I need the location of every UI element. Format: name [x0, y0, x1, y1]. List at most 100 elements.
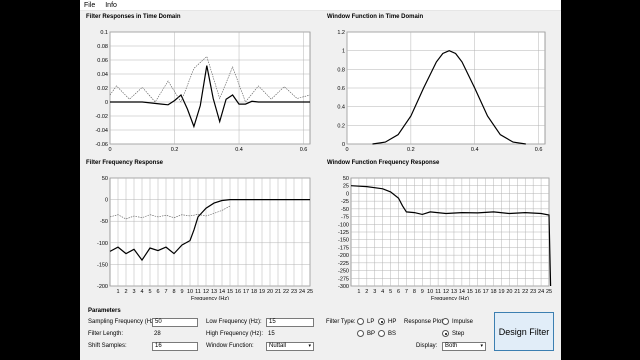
y-tick-label: -50	[100, 219, 108, 225]
y-tick-label: -50	[341, 207, 349, 213]
y-tick-label: -0.02	[95, 114, 108, 120]
menu-file[interactable]: File	[80, 0, 99, 11]
x-tick-label: 0.4	[471, 147, 479, 153]
x-tick-label: 13	[451, 289, 457, 295]
y-tick-label: -150	[97, 262, 108, 268]
x-tick-label: 0.2	[407, 147, 415, 153]
y-tick-label: 0.4	[337, 105, 345, 111]
radio-bp[interactable]	[357, 330, 364, 337]
radio-lp[interactable]	[357, 318, 364, 325]
x-tick-label: 2	[365, 289, 368, 295]
radio-impulse-label: Impulse	[452, 319, 474, 325]
display-select[interactable]: Both ▾	[442, 342, 486, 351]
x-tick-label: 23	[291, 289, 297, 295]
x-tick-label: 10	[427, 289, 433, 295]
x-tick-label: 12	[203, 289, 209, 295]
radio-hp-label: HP	[388, 319, 397, 325]
x-tick-label: 15	[467, 289, 473, 295]
y-tick-label: 0.2	[337, 123, 345, 129]
window-function-value: Nuttall	[269, 343, 287, 349]
y-tick-label: 0	[105, 100, 108, 106]
x-tick-label: 11	[195, 289, 201, 295]
x-tick-label: 1	[357, 289, 360, 295]
menu-bar: File Info	[80, 0, 561, 11]
x-tick-label: 18	[490, 289, 496, 295]
y-tick-label: -0.04	[95, 128, 108, 134]
y-tick-label: -125	[338, 230, 349, 236]
x-tick-label: 9	[421, 289, 424, 295]
x-tick-label: 0.6	[535, 147, 543, 153]
window-function-select[interactable]: Nuttall ▾	[266, 342, 314, 351]
x-tick-label: 5	[148, 289, 151, 295]
y-tick-label: -175	[338, 245, 349, 251]
freq-response-panel: Filter Frequency Response 50 0 -50 -100 -150…	[84, 160, 321, 300]
filter-length-value: 28	[154, 331, 161, 337]
x-tick-label: 19	[259, 289, 265, 295]
time-domain-chart: 0.10.080.060.040.020-0.02-0.04-0.060 0.2 0…	[95, 30, 311, 153]
y-tick-label: 0	[346, 191, 349, 197]
radio-bs-label: BS	[388, 331, 397, 337]
radio-impulse[interactable]	[442, 318, 449, 325]
x-tick-label: 21	[514, 289, 520, 295]
design-filter-button[interactable]: Design Filter	[494, 312, 554, 351]
x-tick-label: 14	[459, 289, 465, 295]
shift-samples-label: Shift Samples:	[88, 343, 127, 349]
radio-bs[interactable]	[378, 330, 385, 337]
shift-samples-field[interactable]: 16	[152, 342, 198, 351]
x-tick-label: 20	[267, 289, 273, 295]
x-tick-label: 24	[299, 289, 305, 295]
display-label: Display:	[416, 343, 438, 349]
y-tick-label: 0.02	[97, 86, 108, 92]
x-tick-label: 23	[530, 289, 536, 295]
y-tick-label: -200	[338, 253, 349, 259]
y-tick-label: -300	[338, 284, 349, 290]
window-function-label: Window Function:	[206, 343, 254, 349]
radio-step[interactable]	[442, 330, 449, 337]
x-tick-label: 18	[251, 289, 257, 295]
display-value: Both	[445, 343, 458, 349]
x-tick-label: 16	[235, 289, 241, 295]
x-tick-label: 0.2	[171, 147, 179, 153]
y-tick-label: -0.06	[95, 142, 108, 148]
x-tick-label: 0.6	[300, 147, 308, 153]
x-tick-label: 2	[124, 289, 127, 295]
x-tick-label: 8	[172, 289, 175, 295]
response-plot-label: Response Plot:	[404, 319, 445, 325]
filter-length-label: Filter Length:	[88, 331, 124, 337]
chevron-down-icon: ▾	[308, 343, 311, 349]
parameters-group: Parameters Sampling Frequency (Hz): 50 F…	[80, 305, 561, 360]
y-tick-label: 0.04	[97, 72, 108, 78]
x-tick-label: 20	[506, 289, 512, 295]
x-tick-label: 3	[373, 289, 376, 295]
x-tick-label: 22	[283, 289, 289, 295]
menu-info[interactable]: Info	[101, 0, 121, 11]
y-tick-label: 50	[343, 176, 349, 182]
x-tick-label: 11	[435, 289, 441, 295]
x-tick-label: 0	[345, 147, 348, 153]
high-frequency-label: High Frequency (Hz):	[206, 331, 264, 337]
sampling-label: Sampling Frequency (Hz):	[88, 319, 158, 325]
x-tick-label: 8	[413, 289, 416, 295]
y-tick-label: -250	[338, 269, 349, 275]
x-tick-label: 17	[483, 289, 489, 295]
window-freq-panel: Window Function Frequency Response 50 25 0…	[325, 160, 557, 300]
x-tick-label: 24	[538, 289, 544, 295]
radio-step-label: Step	[452, 331, 465, 337]
filter-type-label: Filter Type:	[326, 319, 356, 325]
window-freq-chart: 50250-25-50-75-100-125-150-175-200-225-2…	[338, 176, 552, 300]
chevron-down-icon: ▾	[480, 343, 483, 349]
x-tick-label: 7	[164, 289, 167, 295]
radio-hp[interactable]	[378, 318, 385, 325]
x-tick-label: 15	[227, 289, 233, 295]
low-frequency-field[interactable]: 15	[266, 318, 314, 327]
x-tick-label: 22	[522, 289, 528, 295]
x-tick-label: 4	[140, 289, 143, 295]
parameters-title: Parameters	[88, 308, 121, 314]
y-tick-label: 0.08	[97, 44, 108, 50]
x-tick-label: 25	[546, 289, 552, 295]
design-filter-label: Design Filter	[498, 326, 550, 337]
x-tick-label: 13	[211, 289, 217, 295]
x-tick-label: 4	[381, 289, 384, 295]
x-tick-label: 17	[243, 289, 249, 295]
sampling-frequency-field[interactable]: 50	[152, 318, 198, 327]
